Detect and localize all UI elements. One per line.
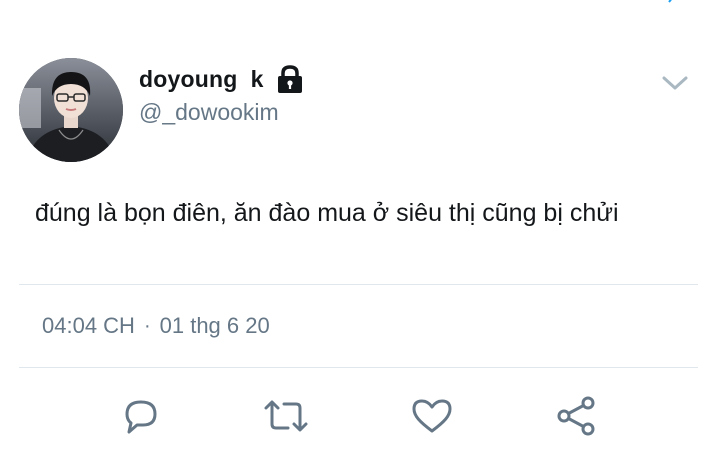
- chevron-down-icon[interactable]: [660, 72, 690, 94]
- share-button[interactable]: [552, 392, 600, 440]
- avatar-photo: [19, 58, 123, 162]
- reply-icon: [125, 400, 157, 434]
- display-name[interactable]: doyoung k: [139, 66, 264, 93]
- reply-button[interactable]: [117, 392, 165, 440]
- status-mark-icon: [668, 0, 672, 3]
- user-handle[interactable]: @_dowookim: [139, 99, 279, 126]
- avatar[interactable]: [19, 58, 123, 162]
- retweet-button[interactable]: [262, 392, 310, 440]
- tweet-text: đúng là bọn điên, ăn đào mua ở siêu thị …: [35, 199, 619, 227]
- tweet-timestamp[interactable]: 04:04 CH · 01 thg 6 20: [42, 313, 270, 339]
- tweet-date: 01 thg 6 20: [159, 313, 270, 338]
- like-icon: [412, 399, 452, 433]
- share-icon: [557, 396, 595, 436]
- meta-separator: ·: [143, 314, 151, 337]
- lock-icon: [275, 64, 305, 94]
- action-bar: [0, 392, 717, 440]
- author-name-row[interactable]: doyoung k: [139, 64, 305, 94]
- tweet-time: 04:04 CH: [42, 313, 135, 338]
- retweet-icon: [264, 400, 308, 432]
- divider: [19, 367, 698, 368]
- divider: [19, 284, 698, 285]
- like-button[interactable]: [408, 392, 456, 440]
